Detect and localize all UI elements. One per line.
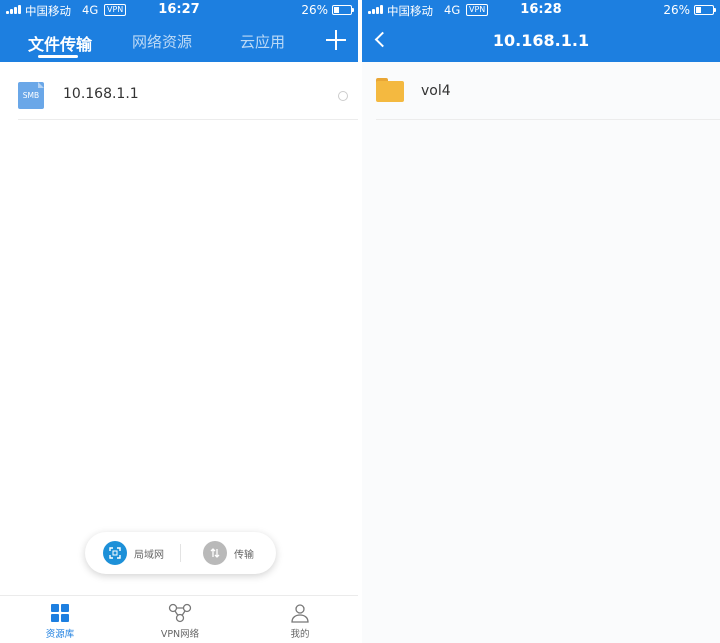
nav-item-me[interactable]: 我的 <box>260 602 340 640</box>
tab-cloud-apps[interactable]: 云应用 <box>240 31 285 52</box>
select-radio[interactable] <box>338 91 348 101</box>
tab-network-resources[interactable]: 网络资源 <box>132 31 192 52</box>
nav-item-vpn[interactable]: VPN网络 <box>140 602 220 640</box>
list-item-label: 10.168.1.1 <box>63 86 139 102</box>
header-bar: 中国移动 4G VPN 16:28 26% 10.168.1.1 <box>362 0 720 62</box>
plus-icon[interactable] <box>324 28 348 52</box>
app-root: 中国移动 4G VPN 16:27 26% 文件传输 网络资源 云应用 SMB … <box>0 0 720 643</box>
grid-icon <box>20 602 100 624</box>
top-tabs: 文件传输 网络资源 云应用 <box>0 28 358 62</box>
tab-file-transfer[interactable]: 文件传输 <box>28 31 92 55</box>
transfer-label: 传输 <box>234 549 254 561</box>
floating-action-bar: 局域网 传输 <box>85 532 276 574</box>
header-bar: 中国移动 4G VPN 16:27 26% 文件传输 网络资源 云应用 <box>0 0 358 62</box>
right-screen: 中国移动 4G VPN 16:28 26% 10.168.1.1 vol4 <box>362 0 720 643</box>
nav-label: VPN网络 <box>160 629 200 640</box>
bottom-nav: 资源库 VPN网络 我的 <box>0 595 358 643</box>
nav-label: 我的 <box>290 629 310 640</box>
battery-icon <box>332 5 354 15</box>
lan-icon <box>103 541 127 565</box>
person-icon <box>260 602 340 624</box>
smb-icon: SMB <box>18 82 44 109</box>
battery-percent: 26% <box>301 3 328 17</box>
lan-button[interactable]: 局域网 <box>103 541 164 565</box>
network-icon <box>140 602 220 624</box>
transfer-button[interactable]: 传输 <box>203 541 254 565</box>
folder-icon <box>376 78 404 102</box>
list-item[interactable]: SMB 10.168.1.1 <box>18 72 358 120</box>
pill-divider <box>180 544 181 562</box>
list-item[interactable]: vol4 <box>376 72 720 120</box>
transfer-icon <box>203 541 227 565</box>
nav-label: 资源库 <box>45 629 75 640</box>
page-title: 10.168.1.1 <box>492 31 590 50</box>
lan-label: 局域网 <box>134 549 164 561</box>
status-bar: 中国移动 4G VPN 16:28 26% <box>362 0 720 20</box>
battery-percent: 26% <box>663 3 690 17</box>
tab-active-indicator <box>38 55 78 58</box>
folder-label: vol4 <box>421 83 451 99</box>
left-screen: 中国移动 4G VPN 16:27 26% 文件传输 网络资源 云应用 SMB … <box>0 0 358 643</box>
battery-icon <box>694 5 716 15</box>
status-bar: 中国移动 4G VPN 16:27 26% <box>0 0 358 20</box>
nav-item-library[interactable]: 资源库 <box>20 602 100 640</box>
